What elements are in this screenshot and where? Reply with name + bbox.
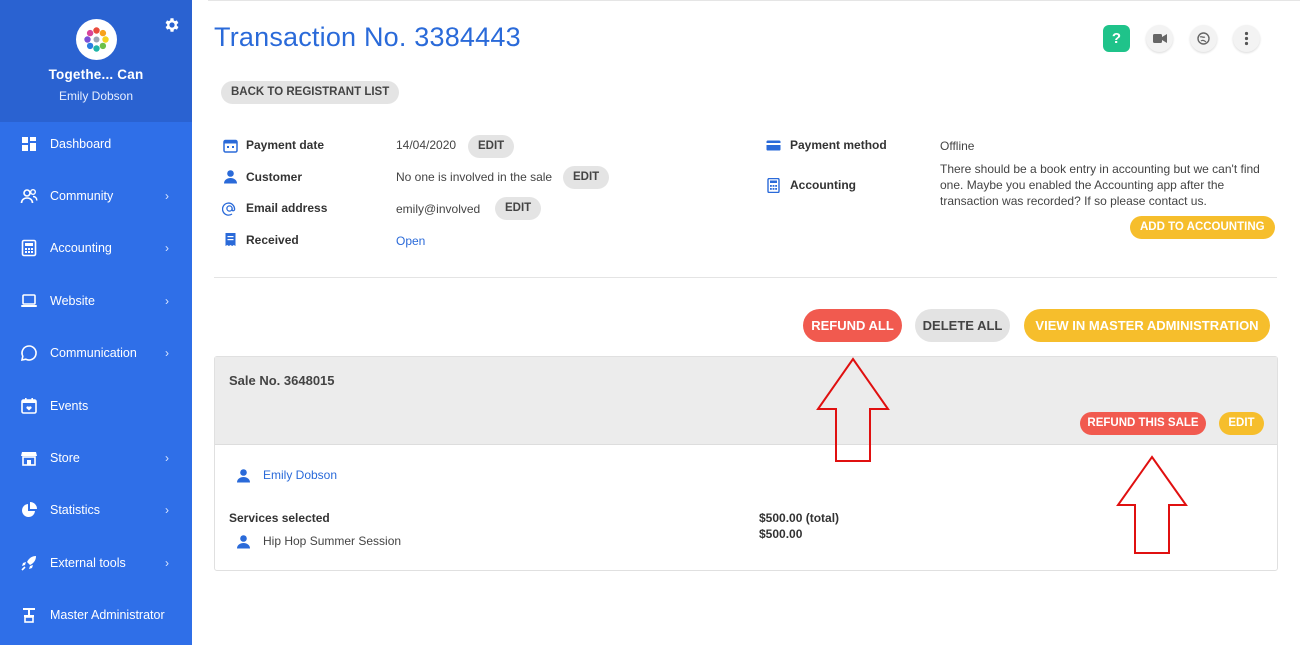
chat-icon bbox=[20, 345, 37, 362]
sidebar-item-events[interactable]: Events bbox=[0, 380, 192, 432]
edit-email-button[interactable]: EDIT bbox=[495, 197, 542, 220]
receipt-icon bbox=[225, 233, 236, 246]
sidebar-item-statistics[interactable]: Statistics › bbox=[0, 484, 192, 536]
sidebar-item-store[interactable]: Store › bbox=[0, 432, 192, 484]
sale-total: $500.00 (total) bbox=[759, 511, 840, 525]
video-camera-icon bbox=[1153, 34, 1167, 43]
sidebar: Togethe... Can Emily Dobson Dashboard Co… bbox=[0, 0, 192, 645]
payment-method-label: Payment method bbox=[790, 138, 887, 152]
edit-sale-button[interactable]: EDIT bbox=[1219, 412, 1264, 435]
laptop-icon bbox=[21, 294, 37, 307]
sidebar-item-label: Dashboard bbox=[50, 137, 112, 151]
sidebar-item-label: Communication bbox=[50, 346, 137, 360]
view-in-master-administration-button[interactable]: VIEW IN MASTER ADMINISTRATION bbox=[1024, 309, 1270, 342]
calendar-icon bbox=[21, 398, 37, 414]
customer-value: No one is involved in the sale bbox=[396, 170, 553, 184]
main-content: Transaction No. 3384443 ? BACK TO REGIST… bbox=[192, 0, 1300, 645]
add-to-accounting-button[interactable]: ADD TO ACCOUNTING bbox=[1130, 216, 1275, 239]
sale-amount: $500.00 bbox=[759, 527, 803, 541]
help-button[interactable]: ? bbox=[1103, 25, 1130, 52]
annotation-arrow-up bbox=[816, 357, 890, 462]
sidebar-item-label: Master Administrator bbox=[50, 608, 165, 622]
sale-header: Sale No. 3648015 REFUND THIS SALE EDIT bbox=[215, 357, 1277, 445]
person-icon bbox=[237, 469, 250, 483]
sidebar-item-label: Accounting bbox=[50, 241, 112, 255]
edit-payment-date-button[interactable]: EDIT bbox=[468, 135, 515, 158]
annotation-arrow-up bbox=[1116, 455, 1188, 554]
delete-all-button[interactable]: DELETE ALL bbox=[915, 309, 1010, 342]
refund-this-sale-button[interactable]: REFUND THIS SALE bbox=[1080, 412, 1206, 435]
sidebar-item-community[interactable]: Community › bbox=[0, 170, 192, 222]
sidebar-item-external-tools[interactable]: External tools › bbox=[0, 537, 192, 589]
sidebar-item-master-administrator[interactable]: Master Administrator bbox=[0, 589, 192, 641]
customer-label: Customer bbox=[246, 170, 303, 184]
organization-name: Togethe... Can bbox=[48, 67, 144, 82]
sidebar-item-communication[interactable]: Communication › bbox=[0, 327, 192, 379]
person-icon bbox=[237, 535, 250, 549]
dashboard-icon bbox=[22, 137, 36, 151]
section-divider bbox=[214, 277, 1277, 278]
services-selected-label: Services selected bbox=[229, 511, 330, 525]
admin-icon bbox=[23, 608, 35, 623]
calculator-icon bbox=[21, 239, 37, 257]
sale-title: Sale No. 3648015 bbox=[229, 373, 335, 388]
sidebar-item-dashboard[interactable]: Dashboard bbox=[0, 118, 192, 170]
more-options-button[interactable] bbox=[1233, 25, 1260, 52]
back-to-registrant-list-button[interactable]: BACK TO REGISTRANT LIST bbox=[221, 81, 400, 104]
payment-date-label: Payment date bbox=[246, 138, 325, 152]
received-label: Received bbox=[246, 233, 299, 247]
accounting-label: Accounting bbox=[790, 178, 856, 192]
chevron-right-icon: › bbox=[165, 451, 169, 465]
chevron-right-icon: › bbox=[165, 189, 169, 203]
community-icon bbox=[20, 189, 38, 204]
chevron-right-icon: › bbox=[165, 241, 169, 255]
accounting-message-line3: transaction was recorded? If so please c… bbox=[940, 194, 1207, 208]
sidebar-item-label: Statistics bbox=[50, 503, 101, 517]
accounting-message-line2: one. Maybe you enabled the Accounting ap… bbox=[940, 178, 1225, 192]
sale-person-link[interactable]: Emily Dobson bbox=[263, 468, 337, 482]
sidebar-item-accounting[interactable]: Accounting › bbox=[0, 222, 192, 274]
chevron-right-icon: › bbox=[165, 346, 169, 360]
person-icon bbox=[224, 170, 237, 184]
sidebar-item-label: External tools bbox=[50, 556, 126, 570]
chevron-right-icon: › bbox=[165, 503, 169, 517]
sidebar-item-label: Events bbox=[50, 399, 89, 413]
sidebar-item-label: Community bbox=[50, 189, 114, 203]
sidebar-header: Togethe... Can Emily Dobson bbox=[0, 0, 192, 122]
sidebar-item-label: Store bbox=[50, 451, 80, 465]
sidebar-item-website[interactable]: Website › bbox=[0, 275, 192, 327]
pie-chart-icon bbox=[22, 502, 37, 517]
globe-button[interactable] bbox=[1190, 25, 1217, 52]
user-name: Emily Dobson bbox=[58, 89, 134, 103]
globe-icon bbox=[1197, 32, 1210, 45]
received-open-link[interactable]: Open bbox=[396, 234, 425, 248]
store-icon bbox=[21, 452, 37, 466]
calculator-icon bbox=[767, 178, 780, 193]
edit-customer-button[interactable]: EDIT bbox=[563, 166, 610, 189]
service-name: Hip Hop Summer Session bbox=[263, 534, 402, 548]
credit-card-icon bbox=[766, 140, 781, 151]
email-address-label: Email address bbox=[246, 201, 328, 215]
sidebar-item-label: Website bbox=[50, 294, 95, 308]
rocket-icon bbox=[21, 556, 36, 571]
page-title: Transaction No. 3384443 bbox=[214, 22, 521, 52]
gear-icon[interactable] bbox=[163, 16, 181, 34]
payment-date-value: 14/04/2020 bbox=[396, 138, 457, 152]
organization-logo[interactable] bbox=[76, 19, 117, 60]
at-sign-icon bbox=[222, 202, 236, 216]
payment-method-value: Offline bbox=[940, 139, 975, 153]
email-address-value: emily@involved bbox=[396, 202, 481, 216]
top-divider bbox=[208, 0, 1300, 1]
more-vertical-icon bbox=[1244, 31, 1249, 46]
chevron-right-icon: › bbox=[165, 556, 169, 570]
calendar-icon bbox=[223, 139, 238, 153]
refund-all-button[interactable]: REFUND ALL bbox=[803, 309, 902, 342]
video-button[interactable] bbox=[1146, 25, 1173, 52]
accounting-message-line1: There should be a book entry in accounti… bbox=[940, 162, 1260, 176]
chevron-right-icon: › bbox=[165, 294, 169, 308]
